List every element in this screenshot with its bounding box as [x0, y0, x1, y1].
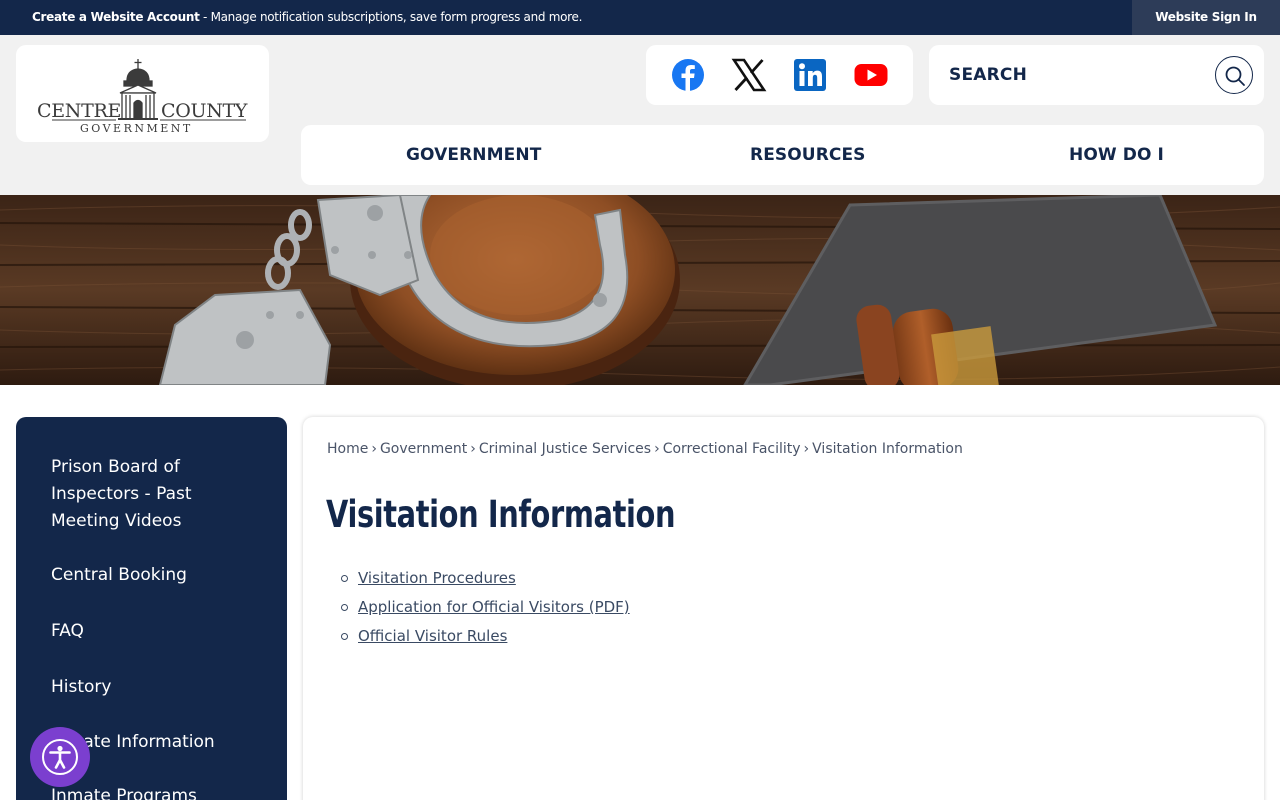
hero-banner — [0, 195, 1280, 385]
facebook-icon[interactable] — [670, 57, 706, 93]
top-bar: Create a Website Account - Manage notifi… — [0, 0, 1280, 35]
breadcrumb-separator: › — [371, 441, 377, 457]
breadcrumb-separator: › — [470, 441, 476, 457]
sidebar-item-history[interactable]: History — [51, 674, 251, 701]
breadcrumb-visitation-information[interactable]: Visitation Information — [812, 441, 963, 457]
link-visitation-procedures[interactable]: Visitation Procedures — [358, 569, 516, 587]
page-title: Visitation Information — [326, 493, 676, 536]
linkedin-icon[interactable] — [792, 57, 828, 93]
account-message: Create a Website Account - Manage notifi… — [32, 0, 582, 35]
main-content: Home › Government › Criminal Justice Service… — [303, 417, 1264, 800]
main-navigation: GOVERNMENT RESOURCES HOW DO I — [301, 125, 1264, 185]
link-official-visitors-application[interactable]: Application for Official Visitors (PDF) — [358, 598, 630, 616]
x-icon[interactable] — [731, 57, 767, 93]
breadcrumb: Home › Government › Criminal Justice Service… — [327, 441, 963, 457]
accessibility-button[interactable] — [30, 727, 90, 787]
logo-text-centre: CENTRE — [37, 100, 121, 122]
nav-resources[interactable]: RESOURCES — [750, 125, 866, 185]
breadcrumb-criminal-justice[interactable]: Criminal Justice Services — [479, 441, 651, 457]
search-button[interactable] — [1215, 56, 1253, 94]
visitation-links: Visitation Procedures Application for Of… — [341, 567, 630, 654]
site-header: CENTRE COUNTY GOVERNMENT SEARCH GOVERNME… — [0, 35, 1280, 195]
link-official-visitor-rules[interactable]: Official Visitor Rules — [358, 627, 507, 645]
sidebar-item-prison-board[interactable]: Prison Board of Inspectors - Past Meetin… — [51, 454, 251, 535]
search-box — [929, 45, 1264, 105]
logo-text-government: GOVERNMENT — [80, 122, 193, 135]
accessibility-icon — [42, 739, 78, 775]
nav-government[interactable]: GOVERNMENT — [406, 125, 541, 185]
sidebar-item-central-booking[interactable]: Central Booking — [51, 562, 251, 589]
breadcrumb-separator: › — [803, 441, 810, 457]
breadcrumb-correctional-facility[interactable]: Correctional Facility — [663, 441, 801, 457]
social-links — [646, 45, 913, 105]
account-message-text: - Manage notification subscriptions, sav… — [199, 10, 583, 24]
breadcrumb-government[interactable]: Government — [380, 441, 467, 457]
list-item: Visitation Procedures — [341, 567, 630, 596]
county-logo[interactable]: CENTRE COUNTY GOVERNMENT — [16, 45, 269, 142]
breadcrumb-separator: › — [654, 441, 660, 457]
sidebar-item-faq[interactable]: FAQ — [51, 618, 251, 645]
search-input[interactable] — [949, 59, 1209, 91]
youtube-icon[interactable] — [853, 57, 889, 93]
list-item: Application for Official Visitors (PDF) — [341, 596, 630, 625]
nav-how-do-i[interactable]: HOW DO I — [1069, 125, 1164, 185]
list-item: Official Visitor Rules — [341, 625, 630, 654]
sign-in-button[interactable]: Website Sign In — [1132, 0, 1280, 35]
breadcrumb-home[interactable]: Home — [327, 441, 368, 457]
logo-text-county: COUNTY — [161, 100, 248, 122]
create-account-link[interactable]: Create a Website Account — [32, 10, 200, 24]
search-icon — [1225, 66, 1245, 86]
